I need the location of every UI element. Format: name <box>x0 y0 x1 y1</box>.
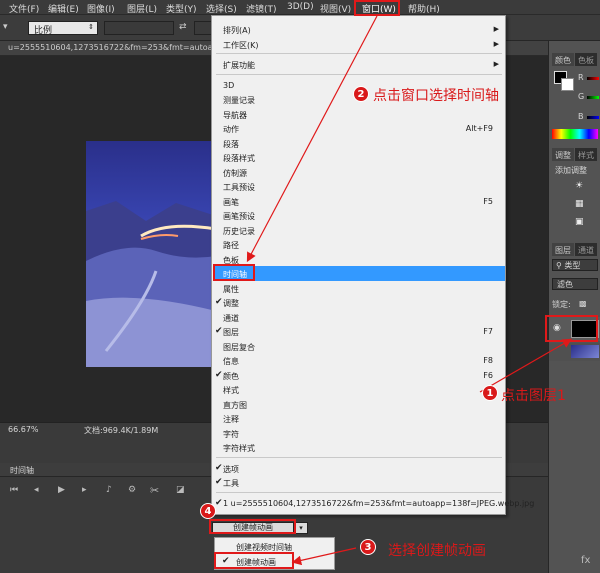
annotation-arrows <box>246 15 573 566</box>
highlight-frame-animation-item <box>214 552 294 569</box>
highlight-timeline-item <box>213 264 255 281</box>
step-4-badge: 4 <box>200 503 216 519</box>
highlight-layer-1 <box>545 315 598 342</box>
arrow-to-timeline <box>246 15 378 263</box>
arrow-to-frame-animation <box>291 547 357 566</box>
highlight-window-menu <box>354 0 400 16</box>
step-3-badge: 3 <box>360 539 376 555</box>
step-2-badge: 2 <box>353 86 369 102</box>
step-3-text: 选择创建帧动画 <box>388 543 486 559</box>
highlight-create-button <box>209 519 296 534</box>
step-1-badge: 1 <box>482 385 498 401</box>
step-2-text: 点击窗口选择时间轴 <box>373 88 499 104</box>
step-1-text: 点击图层1 <box>501 388 566 404</box>
